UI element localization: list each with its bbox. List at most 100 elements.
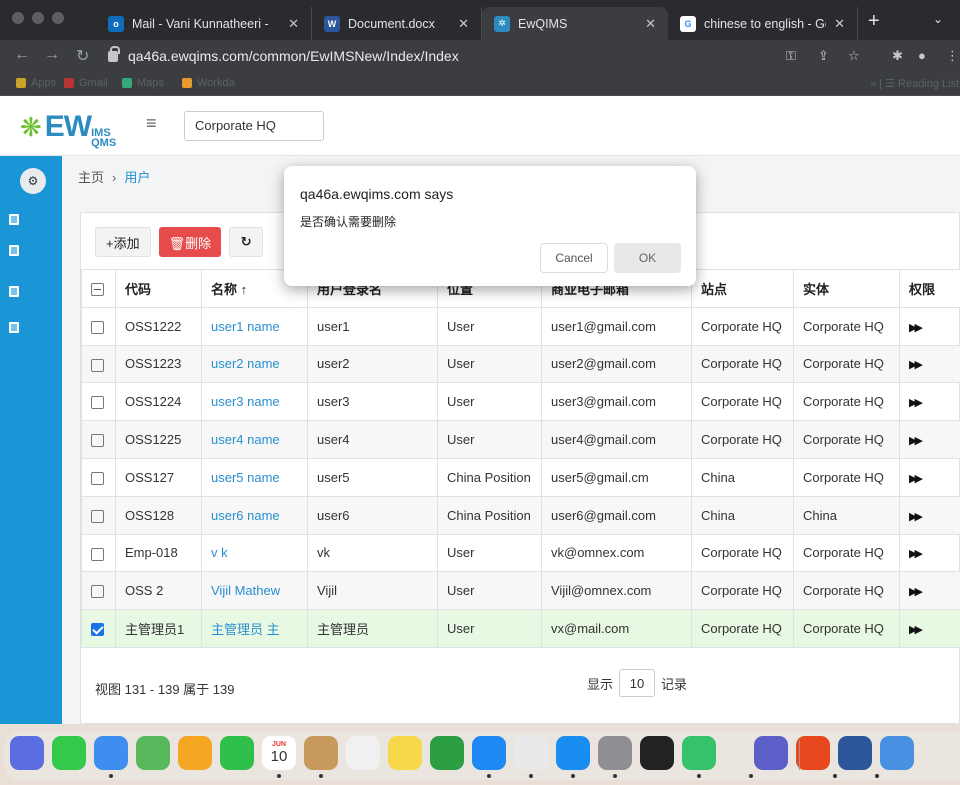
column-header[interactable]: 权限 (899, 269, 960, 308)
table-row[interactable]: OSS1222 user1 name user1 User user1@gmail.co… (81, 306, 960, 346)
row-checkbox[interactable] (81, 344, 116, 384)
menu-kebab-icon[interactable]: ⋮ (946, 48, 959, 64)
back-icon[interactable]: ← (14, 46, 30, 64)
row-checkbox[interactable] (81, 457, 116, 497)
page-size-select[interactable]: 10 (619, 669, 656, 697)
reading-list[interactable]: » | ☰ Reading List (870, 77, 959, 91)
delete-button[interactable]: 🗑删除 (158, 227, 222, 257)
select-all-checkbox[interactable] (81, 269, 116, 308)
window-minimize-icon[interactable] (32, 12, 44, 24)
permissions-icon[interactable]: ▶▶ (899, 344, 960, 384)
cell-name-link[interactable]: user2 name (201, 344, 308, 384)
row-checkbox[interactable] (81, 609, 116, 648)
mail-icon[interactable] (94, 736, 128, 770)
table-row[interactable]: OSS 2 Vijil Mathew Vijil User Vijil@omnex.co… (81, 571, 960, 611)
row-checkbox[interactable] (81, 571, 116, 611)
bookmark-apps[interactable]: Apps (16, 77, 56, 89)
table-row[interactable]: 主管理员1 主管理员 主主管理员 User vx@mail.com Corporate … (81, 609, 960, 648)
sidebar-building-icon[interactable] (9, 322, 19, 333)
notes-icon[interactable] (388, 736, 422, 770)
window-close-icon[interactable] (12, 12, 24, 24)
permissions-icon[interactable]: ▶▶ (899, 571, 960, 611)
breadcrumb-home[interactable]: 主页 (78, 170, 104, 185)
table-row[interactable]: OSS1224 user3 name user3 User user3@gmail.co… (81, 382, 960, 422)
table-row[interactable]: Emp-018 v k vk User vk@omnex.com Corporate HQ… (81, 533, 960, 573)
system-prefs-icon[interactable] (598, 736, 632, 770)
table-row[interactable]: OSS128 user6 name user6 China Position user6… (81, 495, 960, 535)
sidebar-building-icon[interactable] (9, 245, 19, 256)
tab-document[interactable]: W Document.docx ✕ (312, 7, 482, 40)
cell-name-link[interactable]: Vijil Mathew (201, 571, 308, 611)
window-zoom-icon[interactable] (52, 12, 64, 24)
cell-name-link[interactable]: 主管理员 主 (201, 609, 308, 648)
cell-name-link[interactable]: user4 name (201, 420, 308, 459)
row-checkbox[interactable] (81, 495, 116, 535)
numbers-icon[interactable] (430, 736, 464, 770)
share-icon[interactable]: ⇪ (818, 48, 829, 64)
close-icon[interactable]: ✕ (645, 16, 656, 32)
row-checkbox[interactable] (81, 382, 116, 422)
row-checkbox[interactable] (81, 420, 116, 459)
column-header[interactable]: 代码 (115, 269, 202, 308)
address-bar[interactable]: qa46a.ewqims.com/common/EwIMSNew/Index/I… (108, 44, 768, 68)
site-select[interactable]: Corporate HQ (184, 111, 324, 141)
permissions-icon[interactable]: ▶▶ (899, 306, 960, 346)
new-tab-icon[interactable]: + (868, 10, 880, 33)
bookmark-maps[interactable]: Maps (122, 77, 164, 89)
tab-google-translate[interactable]: G chinese to english - Goo( ✕ (668, 7, 858, 40)
permissions-icon[interactable]: ▶▶ (899, 533, 960, 573)
row-checkbox[interactable] (81, 306, 116, 346)
sidebar-building-icon[interactable] (9, 214, 19, 225)
close-icon[interactable]: ✕ (834, 16, 845, 32)
profile-avatar-icon[interactable]: ● (918, 48, 926, 63)
close-icon[interactable]: ✕ (288, 16, 299, 32)
cell-name-link[interactable]: user6 name (201, 495, 308, 535)
calendar-icon[interactable]: JUN 10 (262, 736, 296, 770)
row-checkbox[interactable] (81, 533, 116, 573)
refresh-button[interactable]: ↻ (229, 227, 264, 257)
permissions-icon[interactable]: ▶▶ (899, 495, 960, 535)
permissions-icon[interactable]: ▶▶ (899, 382, 960, 422)
add-button[interactable]: +添加 (95, 227, 151, 257)
app-store-icon[interactable] (472, 736, 506, 770)
bookmark-workday[interactable]: Workda (182, 77, 235, 89)
office-icon[interactable] (796, 736, 830, 770)
table-row[interactable]: OSS127 user5 name user5 China Position user5… (81, 457, 960, 497)
permissions-icon[interactable]: ▶▶ (899, 457, 960, 497)
contacts-icon[interactable] (304, 736, 338, 770)
reload-icon[interactable]: ↻ (76, 46, 89, 66)
table-row[interactable]: OSS1223 user2 name user2 User user2@gmail.co… (81, 344, 960, 384)
messages-icon[interactable] (52, 736, 86, 770)
tab-mail[interactable]: o Mail - Vani Kunnatheeri - ✕ (96, 7, 312, 40)
photos-icon[interactable] (178, 736, 212, 770)
launchpad-icon[interactable] (10, 736, 44, 770)
chrome-icon[interactable] (514, 736, 548, 770)
maps-icon[interactable] (136, 736, 170, 770)
cell-name-link[interactable]: user5 name (201, 457, 308, 497)
safari-icon[interactable] (556, 736, 590, 770)
cell-name-link[interactable]: user1 name (201, 306, 308, 346)
column-header[interactable]: 站点 (691, 269, 794, 308)
tab-ewqims[interactable]: ✲ EwQIMS ✕ (482, 7, 668, 40)
column-header[interactable]: 实体 (793, 269, 900, 308)
terminal-icon[interactable] (640, 736, 674, 770)
facetime-icon[interactable] (220, 736, 254, 770)
hamburger-menu-icon[interactable]: ≡ (146, 113, 157, 134)
cell-name-link[interactable]: v k (201, 533, 308, 573)
key-icon[interactable]: ⚿ (786, 48, 796, 64)
table-row[interactable]: OSS1225 user4 name user4 User user4@gmail.co… (81, 420, 960, 459)
cancel-button[interactable]: Cancel (540, 243, 608, 273)
forward-icon[interactable]: → (44, 46, 60, 64)
settings-gear-icon[interactable]: ⚙ (20, 168, 46, 194)
cell-name-link[interactable]: user3 name (201, 382, 308, 422)
teams-icon[interactable] (754, 736, 788, 770)
ok-button[interactable]: OK (614, 243, 681, 273)
bookmark-gmail[interactable]: Gmail (64, 77, 108, 89)
extensions-icon[interactable]: ✱ (892, 48, 903, 64)
find-my-icon[interactable] (682, 736, 716, 770)
reminders-icon[interactable] (346, 736, 380, 770)
permissions-icon[interactable]: ▶▶ (899, 609, 960, 648)
tab-search-icon[interactable]: ⌄ (933, 12, 943, 26)
word-icon[interactable] (838, 736, 872, 770)
finder-icon[interactable] (880, 736, 914, 770)
